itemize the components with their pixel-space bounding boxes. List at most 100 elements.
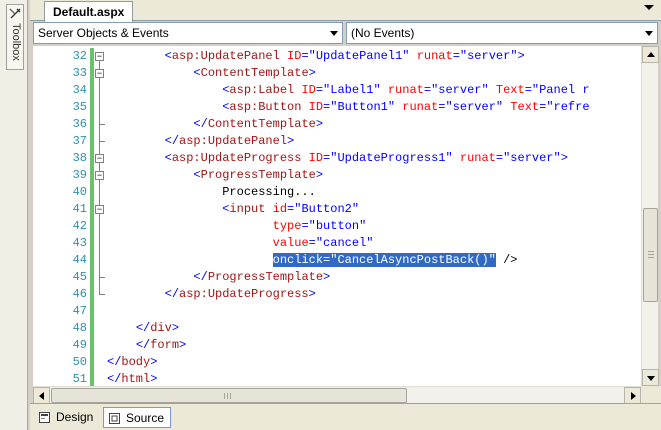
collapse-icon[interactable]: − [95, 171, 104, 180]
code-text: onclick="CancelAsyncPostBack()" /> [272, 253, 518, 267]
collapse-icon[interactable]: − [95, 154, 104, 163]
code-text: <asp:Label ID="Label1" runat="server" Te… [222, 83, 590, 97]
line-number: 43 [72, 236, 87, 250]
code-line[interactable]: 43 value="cancel" [33, 235, 641, 252]
line-number: 33 [72, 66, 87, 80]
code-text: </html> [107, 372, 158, 386]
code-text: type="button" [272, 219, 367, 233]
code-text: Processing... [107, 185, 316, 199]
change-marker [90, 167, 94, 184]
line-number: 42 [72, 219, 87, 233]
code-line[interactable]: 48 </div> [33, 320, 641, 337]
events-dropdown[interactable]: (No Events) [346, 22, 658, 44]
line-number: 47 [72, 304, 87, 318]
line-number: 44 [72, 253, 87, 267]
code-line[interactable]: 32− <asp:UpdatePanel ID="UpdatePanel1" r… [33, 48, 641, 65]
scroll-left-button[interactable] [33, 387, 50, 404]
server-objects-dropdown[interactable]: Server Objects & Events [33, 22, 343, 44]
line-number: 35 [72, 100, 87, 114]
change-marker [90, 371, 94, 386]
tab-source-label: Source [126, 411, 165, 425]
code-text: <asp:Button ID="Button1" runat="server" … [222, 100, 590, 114]
line-number: 37 [72, 134, 87, 148]
code-line[interactable]: 42 type="button" [33, 218, 641, 235]
collapse-icon[interactable]: − [95, 69, 104, 78]
design-view-icon [39, 412, 50, 423]
code-line[interactable]: 40 Processing... [33, 184, 641, 201]
line-number: 41 [72, 202, 87, 216]
change-marker [90, 184, 94, 201]
tab-source[interactable]: Source [103, 407, 172, 428]
server-objects-value: Server Objects & Events [38, 26, 169, 40]
code-line[interactable]: 36 </ContentTemplate> [33, 116, 641, 133]
tab-default-aspx[interactable]: Default.aspx [44, 1, 134, 22]
code-text: </asp:UpdateProgress> [164, 287, 316, 301]
collapse-icon[interactable]: − [95, 205, 104, 214]
vertical-scroll-thumb[interactable] [643, 208, 658, 302]
code-text: </ProgressTemplate> [193, 270, 331, 284]
code-text: </ContentTemplate> [193, 117, 324, 131]
toolbox-label: Toolbox [10, 23, 22, 61]
tab-list-dropdown-icon[interactable] [644, 5, 654, 10]
change-marker [90, 303, 94, 320]
change-marker [90, 201, 94, 218]
line-number: 48 [72, 321, 87, 335]
code-text: </div> [135, 321, 180, 335]
horizontal-scrollbar[interactable] [33, 386, 641, 404]
line-number: 34 [72, 83, 87, 97]
code-line[interactable]: 51 </html> [33, 371, 641, 386]
toolbox-strip: Toolbox [0, 0, 28, 430]
code-text: </form> [135, 338, 187, 352]
code-line[interactable]: 39− <ProgressTemplate> [33, 167, 641, 184]
source-view-icon [109, 413, 120, 424]
chevron-down-icon [330, 31, 338, 36]
chevron-down-icon [645, 31, 653, 36]
code-line[interactable]: 38− <asp:UpdateProgress ID="UpdateProgre… [33, 150, 641, 167]
change-marker [90, 150, 94, 167]
line-number: 40 [72, 185, 87, 199]
change-marker [90, 48, 94, 65]
code-text: </asp:UpdatePanel> [164, 134, 295, 148]
scroll-right-button[interactable] [624, 387, 641, 404]
code-text: <ContentTemplate> [193, 66, 316, 80]
code-text: value="cancel" [272, 236, 374, 250]
code-line[interactable]: 46 </asp:UpdateProgress> [33, 286, 641, 303]
code-text: <asp:UpdateProgress ID="UpdateProgress1"… [164, 151, 568, 165]
toolbox-tab[interactable]: Toolbox [6, 4, 24, 70]
line-number: 45 [72, 270, 87, 284]
change-marker [90, 235, 94, 252]
change-marker [90, 286, 94, 303]
change-marker [90, 82, 94, 99]
change-marker [90, 99, 94, 116]
change-marker [90, 65, 94, 82]
line-number: 36 [72, 117, 87, 131]
selected-text: onclick="CancelAsyncPostBack()" [272, 253, 496, 267]
change-marker [90, 252, 94, 269]
code-editor[interactable]: 32− <asp:UpdatePanel ID="UpdatePanel1" r… [33, 46, 641, 386]
scroll-down-button[interactable] [642, 369, 659, 386]
horizontal-scroll-thumb[interactable] [51, 388, 407, 403]
code-line[interactable]: 47 [33, 303, 641, 320]
line-number: 46 [72, 287, 87, 301]
line-number: 51 [72, 372, 87, 386]
tab-design[interactable]: Design [34, 407, 99, 428]
change-marker [90, 218, 94, 235]
code-line[interactable]: 49 </form> [33, 337, 641, 354]
code-text: <ProgressTemplate> [193, 168, 324, 182]
collapse-icon[interactable]: − [95, 52, 104, 61]
vertical-scrollbar[interactable] [641, 46, 659, 386]
code-line[interactable]: 35 <asp:Button ID="Button1" runat="serve… [33, 99, 641, 116]
code-line[interactable]: 44 onclick="CancelAsyncPostBack()" /> [33, 252, 641, 269]
line-number: 32 [72, 49, 87, 63]
line-number: 38 [72, 151, 87, 165]
code-line[interactable]: 37 </asp:UpdatePanel> [33, 133, 641, 150]
code-line[interactable]: 33− <ContentTemplate> [33, 65, 641, 82]
code-line[interactable]: 41− <input id="Button2" [33, 201, 641, 218]
scroll-up-button[interactable] [642, 46, 659, 63]
change-marker [90, 133, 94, 150]
code-line[interactable]: 34 <asp:Label ID="Label1" runat="server"… [33, 82, 641, 99]
view-tab-bar: Design Source [30, 403, 661, 430]
code-line[interactable]: 50 </body> [33, 354, 641, 371]
code-line[interactable]: 45 </ProgressTemplate> [33, 269, 641, 286]
code-text: </body> [107, 355, 158, 369]
